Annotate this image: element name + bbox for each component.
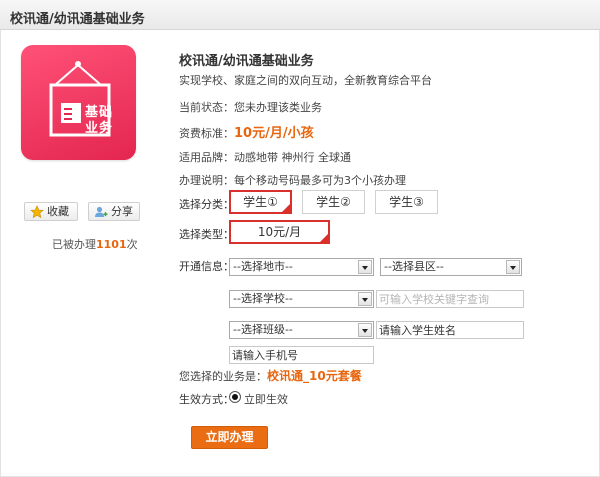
- selected-service-value: 校讯通_10元套餐: [267, 369, 362, 383]
- selected-service-row: 您选择的业务是：校讯通_10元套餐: [179, 367, 362, 384]
- page-title: 校讯通/幼讯通基础业务: [10, 12, 145, 27]
- status-label: 当前状态：: [179, 101, 234, 114]
- category-student-2[interactable]: 学生②: [302, 190, 365, 214]
- chevron-down-icon: [358, 260, 372, 274]
- product-description: 实现学校、家庭之间的双向互动，全新教育综合平台: [179, 74, 432, 87]
- city-select[interactable]: --选择地市--: [229, 258, 374, 276]
- status-row: 当前状态：您未办理该类业务: [179, 99, 322, 115]
- status-value: 您未办理该类业务: [234, 101, 322, 114]
- note-row: 办理说明：每个移动号码最多可为3个小孩办理: [179, 172, 406, 188]
- product-logo: 基础 业务: [21, 45, 136, 160]
- handled-suffix: 次: [126, 238, 138, 251]
- county-select-value: --选择县区--: [384, 260, 444, 273]
- handled-number: 1101: [96, 238, 127, 251]
- category-student-1[interactable]: 学生①: [229, 190, 292, 214]
- note-label: 办理说明：: [179, 174, 234, 187]
- favorite-button[interactable]: 收藏: [24, 202, 78, 221]
- effect-label: 生效方式：: [179, 393, 234, 406]
- type-option-10yuan[interactable]: 10元/月: [229, 220, 330, 244]
- logo-text-line2: 业务: [85, 121, 114, 136]
- submit-button[interactable]: 立即办理: [191, 426, 268, 449]
- fee-row: 资费标准：10元/月/小孩: [179, 122, 314, 141]
- school-keyword-input[interactable]: [376, 290, 524, 308]
- chevron-down-icon: [358, 292, 372, 306]
- chevron-down-icon: [506, 260, 520, 274]
- school-select-value: --选择学校--: [233, 292, 293, 305]
- handled-count: 已被办理1101次: [52, 236, 138, 252]
- logo-text: 基础 业务: [85, 105, 113, 137]
- product-title: 校讯通/幼讯通基础业务: [179, 54, 314, 69]
- picture-frame-icon: [49, 61, 111, 137]
- class-select[interactable]: --选择班级--: [229, 321, 374, 339]
- city-select-value: --选择地市--: [233, 260, 293, 273]
- selected-service-label: 您选择的业务是：: [179, 370, 267, 383]
- handled-prefix: 已被办理: [52, 238, 96, 251]
- chevron-down-icon: [358, 323, 372, 337]
- favorite-label: 收藏: [47, 205, 69, 218]
- phone-input[interactable]: [229, 346, 374, 364]
- header-bar: 校讯通/幼讯通基础业务: [0, 0, 600, 30]
- fee-value: 10元/月/小孩: [234, 126, 314, 141]
- county-select[interactable]: --选择县区--: [380, 258, 522, 276]
- logo-text-line1: 基础: [85, 105, 114, 120]
- note-value: 每个移动号码最多可为3个小孩办理: [234, 174, 406, 187]
- school-select[interactable]: --选择学校--: [229, 290, 374, 308]
- brands-label: 适用品牌：: [179, 151, 234, 164]
- share-label: 分享: [111, 205, 133, 218]
- brands-value: 动感地带 神州行 全球通: [234, 151, 351, 164]
- effect-option-label[interactable]: 立即生效: [244, 391, 288, 407]
- share-button[interactable]: 分享: [88, 202, 140, 221]
- info-label: 开通信息：: [179, 260, 234, 273]
- category-student-3[interactable]: 学生③: [375, 190, 438, 214]
- fee-label: 资费标准：: [179, 127, 234, 140]
- share-person-icon: [95, 206, 108, 217]
- type-label: 选择类型：: [179, 228, 234, 241]
- category-label: 选择分类：: [179, 198, 234, 211]
- effect-immediate-radio[interactable]: [229, 391, 241, 403]
- student-name-input[interactable]: [376, 321, 524, 339]
- star-icon: [30, 205, 44, 219]
- brands-row: 适用品牌：动感地带 神州行 全球通: [179, 149, 351, 165]
- class-select-value: --选择班级--: [233, 323, 293, 336]
